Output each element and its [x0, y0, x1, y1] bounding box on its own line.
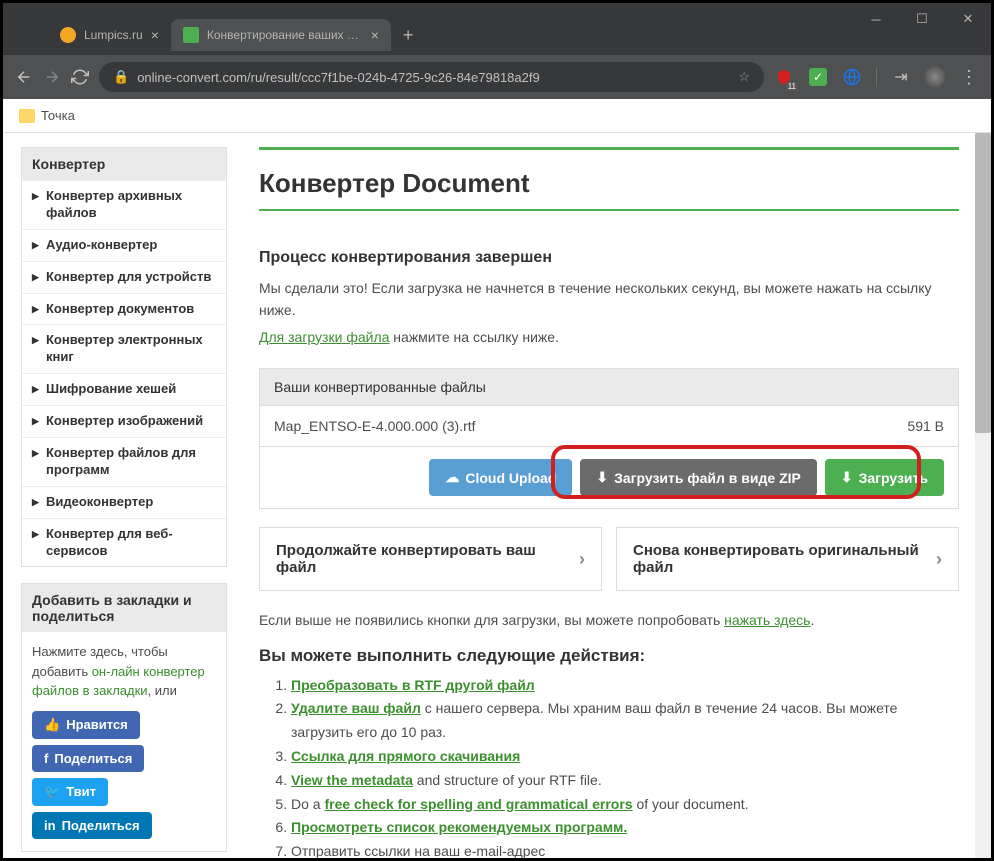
files-heading: Ваши конвертированные файлы — [260, 369, 958, 405]
sidebar-item-web[interactable]: Конвертер для веб-сервисов — [22, 518, 226, 567]
download-icon: ⬇ — [841, 469, 853, 486]
list-item: Преобразовать в RTF другой файл — [291, 674, 959, 698]
folder-icon — [19, 109, 35, 123]
new-tab-button[interactable]: + — [391, 25, 426, 46]
sidebar-item-document[interactable]: Конвертер документов — [22, 293, 226, 325]
list-item: Просмотреть список рекомендуемых програм… — [291, 816, 959, 840]
actions-list: Преобразовать в RTF другой файл Удалите … — [259, 674, 959, 858]
bookmark-item[interactable]: Точка — [41, 108, 75, 123]
ext-check-icon[interactable]: ✓ — [808, 67, 828, 87]
list-item: View the metadata and structure of your … — [291, 769, 959, 793]
chevron-right-icon: › — [936, 549, 942, 570]
maximize-button[interactable]: ☐ — [899, 3, 945, 35]
scroll-thumb[interactable] — [975, 133, 991, 433]
download-link[interactable]: Для загрузки файла — [259, 329, 389, 345]
page-title: Конвертер Document — [259, 168, 959, 199]
facebook-icon: f — [44, 751, 48, 766]
list-item: Do a free check for spelling and grammat… — [291, 793, 959, 817]
action-link[interactable]: Ссылка для прямого скачивания — [291, 748, 520, 764]
sidebar: Конвертер Конвертер архивных файлов Ауди… — [3, 133, 227, 858]
twitter-button[interactable]: 🐦Твит — [32, 778, 108, 806]
cloud-upload-button[interactable]: ☁Cloud Upload — [429, 459, 572, 496]
sidebar-item-hash[interactable]: Шифрование хешей — [22, 373, 226, 405]
continue-convert-button[interactable]: Продолжайте конвертировать ваш файл› — [259, 527, 602, 591]
back-button[interactable] — [15, 68, 33, 86]
list-item: Отправить ссылки на ваш e-mail-адрес — [291, 840, 959, 858]
action-link[interactable]: View the metadata — [291, 772, 413, 788]
tab-title: Конвертирование ваших файло — [207, 28, 363, 42]
browser-window: Lumpics.ru × Конвертирование ваших файло… — [0, 0, 994, 861]
list-item: Удалите ваш файл с нашего сервера. Мы хр… — [291, 697, 959, 745]
divider — [259, 209, 959, 211]
chevron-right-icon: › — [579, 549, 585, 570]
titlebar: Lumpics.ru × Конвертирование ваших файло… — [3, 3, 991, 55]
bookmarks-bar: Точка — [3, 99, 991, 133]
facebook-share-button[interactable]: fПоделиться — [32, 745, 144, 772]
download-button[interactable]: ⬇Загрузить — [825, 459, 944, 496]
tab-lumpics[interactable]: Lumpics.ru × — [48, 19, 171, 51]
favicon-lumpics — [60, 27, 76, 43]
tab-title: Lumpics.ru — [84, 28, 143, 42]
url-input[interactable]: 🔒 online-convert.com/ru/result/ccc7f1be-… — [99, 62, 764, 92]
ext-globe-icon[interactable] — [842, 67, 862, 87]
lock-icon: 🔒 — [113, 69, 129, 85]
sidebar-item-software[interactable]: Конвертер файлов для программ — [22, 437, 226, 486]
scrollbar[interactable] — [975, 133, 991, 858]
sidebar-heading-converter: Конвертер — [22, 148, 226, 180]
action-link[interactable]: Преобразовать в RTF другой файл — [291, 677, 535, 693]
sidebar-item-ebook[interactable]: Конвертер электронных книг — [22, 324, 226, 373]
sidebar-item-video[interactable]: Видеоконвертер — [22, 486, 226, 518]
page-content: Конвертер Конвертер архивных файлов Ауди… — [3, 133, 991, 858]
action-link[interactable]: Удалите ваш файл — [291, 700, 421, 716]
linkedin-button[interactable]: inПоделиться — [32, 812, 152, 839]
close-icon[interactable]: × — [151, 27, 159, 43]
sidebar-heading-bookmark: Добавить в закладки и поделиться — [22, 584, 226, 632]
sidebar-item-archive[interactable]: Конвертер архивных файлов — [22, 180, 226, 229]
thumbs-up-icon: 👍 — [44, 717, 60, 733]
twitter-icon: 🐦 — [44, 784, 60, 800]
tab-convert[interactable]: Конвертирование ваших файло × — [171, 19, 391, 51]
sidebar-item-device[interactable]: Конвертер для устройств — [22, 261, 226, 293]
bookmark-star-icon[interactable]: ☆ — [738, 69, 750, 85]
list-item: Ссылка для прямого скачивания — [291, 745, 959, 769]
action-link[interactable]: Просмотреть список рекомендуемых програм… — [291, 819, 627, 835]
forward-button[interactable] — [43, 68, 61, 86]
download-icon: ⬇ — [596, 469, 608, 486]
file-name: Map_ENTSO-E-4.000.000 (3).rtf — [274, 418, 907, 434]
ext-shield-icon[interactable]: 11 — [774, 67, 794, 87]
profile-avatar[interactable] — [925, 67, 945, 87]
sidebar-item-image[interactable]: Конвертер изображений — [22, 405, 226, 437]
actions-heading: Вы можете выполнить следующие действия: — [259, 646, 959, 666]
table-row: Map_ENTSO-E-4.000.000 (3).rtf 591 B — [260, 405, 958, 446]
divider — [259, 147, 959, 150]
address-bar: 🔒 online-convert.com/ru/result/ccc7f1be-… — [3, 55, 991, 99]
main-content: Конвертер Document Процесс конвертирован… — [227, 133, 991, 858]
click-here-link[interactable]: нажать здесь — [724, 612, 810, 628]
linkedin-icon: in — [44, 818, 56, 833]
files-table: Ваши конвертированные файлы Map_ENTSO-E-… — [259, 368, 959, 509]
like-button[interactable]: 👍Нравится — [32, 711, 140, 739]
reconvert-original-button[interactable]: Снова конвертировать оригинальный файл› — [616, 527, 959, 591]
download-zip-button[interactable]: ⬇Загрузить файл в виде ZIP — [580, 459, 817, 496]
sidebar-item-audio[interactable]: Аудио-конвертер — [22, 229, 226, 261]
hint-text: Если выше не появились кнопки для загруз… — [259, 609, 959, 631]
menu-button[interactable]: ⋮ — [959, 67, 979, 87]
process-text: Мы сделали это! Если загрузка не начнетс… — [259, 277, 959, 322]
sidebar-bookmark-text: Нажмите здесь, чтобы добавить он-лайн ко… — [22, 632, 226, 711]
process-heading: Процесс конвертирования завершен — [259, 249, 959, 267]
action-link[interactable]: free check for spelling and grammatical … — [324, 796, 632, 812]
process-link-line: Для загрузки файла нажмите на ссылку ниж… — [259, 326, 959, 348]
reload-button[interactable] — [71, 68, 89, 86]
close-window-button[interactable]: ✕ — [945, 3, 991, 35]
url-text: online-convert.com/ru/result/ccc7f1be-02… — [137, 70, 730, 85]
close-icon[interactable]: × — [371, 27, 379, 43]
cloud-icon: ☁ — [445, 469, 459, 486]
reading-list-icon[interactable]: ⇥ — [891, 67, 911, 87]
file-size: 591 B — [907, 418, 944, 434]
favicon-convert — [183, 27, 199, 43]
minimize-button[interactable]: ─ — [853, 3, 899, 35]
